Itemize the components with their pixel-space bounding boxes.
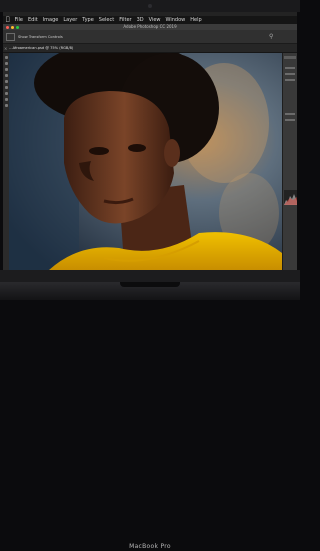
- menu-item-3d[interactable]: 3D: [137, 16, 144, 24]
- menu-item-type[interactable]: Type: [82, 16, 93, 24]
- move-tool-icon[interactable]: [6, 33, 15, 41]
- tool-icon[interactable]: [4, 98, 8, 101]
- camera-icon: [148, 4, 152, 8]
- brand-label: MacBook Pro: [129, 543, 171, 550]
- menu-item-layer[interactable]: Layer: [63, 16, 77, 24]
- panel-row[interactable]: [285, 67, 295, 69]
- menu-bar:  File Edit Image Layer Type Select Filt…: [3, 16, 297, 24]
- menu-item-help[interactable]: Help: [190, 16, 201, 24]
- tool-icon[interactable]: [4, 74, 8, 77]
- menu-item-select[interactable]: Select: [99, 16, 114, 24]
- document-tab[interactable]: × …Afroamerican.psd @ 75% (RGB/8): [3, 44, 297, 53]
- close-tab-icon[interactable]: ×: [4, 45, 7, 52]
- laptop-notch: [120, 282, 180, 287]
- panel-row[interactable]: [285, 79, 295, 81]
- portrait-photo: [9, 53, 282, 270]
- menu-item-view[interactable]: View: [149, 16, 161, 24]
- menu-item-file[interactable]: File: [15, 16, 23, 24]
- menu-item-image[interactable]: Image: [43, 16, 59, 24]
- menu-item-filter[interactable]: Filter: [119, 16, 131, 24]
- screen:  File Edit Image Layer Type Select Filt…: [3, 12, 297, 270]
- panel-header[interactable]: [284, 56, 296, 59]
- tool-icon[interactable]: [4, 80, 8, 83]
- tool-icon[interactable]: [4, 92, 8, 95]
- transform-controls-option[interactable]: Show Transform Controls: [18, 34, 63, 40]
- histogram-graph: [284, 194, 297, 205]
- tool-icon[interactable]: [4, 86, 8, 89]
- document-tab-label: …Afroamerican.psd @ 75% (RGB/8): [9, 46, 74, 50]
- search-icon[interactable]: ⚲: [269, 33, 277, 41]
- right-panels: [282, 53, 297, 270]
- tool-icon[interactable]: [4, 56, 8, 59]
- panel-row[interactable]: [285, 119, 295, 121]
- tool-icon[interactable]: [4, 104, 8, 107]
- laptop-top-bezel: [0, 0, 300, 12]
- panel-row[interactable]: [285, 113, 295, 115]
- apple-icon[interactable]: : [6, 16, 10, 24]
- tool-icon[interactable]: [4, 62, 8, 65]
- options-bar: Show Transform Controls ⚲: [3, 30, 297, 44]
- menu-item-edit[interactable]: Edit: [28, 16, 38, 24]
- histogram-panel: [284, 190, 297, 205]
- tool-icon[interactable]: [4, 68, 8, 71]
- menu-item-window[interactable]: Window: [166, 16, 186, 24]
- document-canvas[interactable]: [9, 53, 282, 270]
- panel-row[interactable]: [285, 73, 295, 75]
